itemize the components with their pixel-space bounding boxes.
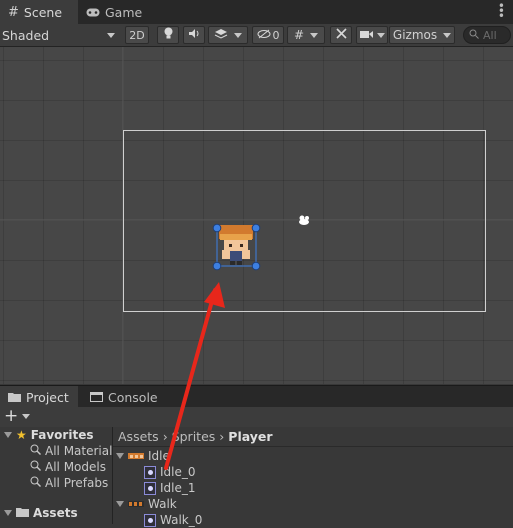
chevron-down-icon	[443, 32, 452, 38]
favorite-item[interactable]: All Materials	[30, 443, 119, 459]
asset-label: Idle	[148, 449, 170, 463]
console-icon	[90, 390, 103, 405]
spritesheet-thumbnail-icon	[128, 497, 144, 511]
search-icon	[30, 460, 41, 474]
expand-arrow-icon	[116, 501, 124, 507]
asset-label: Idle_0	[160, 465, 196, 479]
favorite-item[interactable]: All Prefabs	[30, 475, 108, 491]
eye-off-icon	[257, 29, 271, 42]
2d-toggle-label: 2D	[129, 28, 145, 42]
assets-label: Assets	[33, 506, 78, 520]
chevron-down-icon	[22, 413, 31, 419]
search-icon	[469, 29, 479, 42]
project-folder-tree: ★ Favorites All Materials All Models All…	[0, 427, 119, 524]
search-icon	[30, 476, 41, 490]
breadcrumb-separator-icon: ›	[162, 429, 168, 444]
grid-snap-dropdown[interactable]: #	[287, 26, 325, 44]
audio-toggle-button[interactable]	[183, 26, 205, 44]
breadcrumb: Assets › Sprites › Player	[113, 427, 513, 447]
lighting-toggle-button[interactable]	[157, 26, 179, 44]
expand-arrow-icon	[4, 510, 12, 516]
expand-arrow-icon	[4, 432, 12, 438]
tab-console[interactable]: Console	[82, 386, 162, 408]
camera-icon	[359, 29, 373, 42]
favorite-item-label: All Prefabs	[45, 476, 109, 490]
gizmos-dropdown[interactable]: Gizmos	[389, 26, 455, 44]
asset-item-idle[interactable]: Idle	[116, 448, 170, 464]
player-sprite	[216, 225, 257, 267]
tab-scene-label: Scene	[23, 4, 63, 20]
tools-toggle-button[interactable]	[330, 26, 352, 44]
folder-icon	[8, 390, 21, 405]
speaker-icon	[188, 28, 201, 42]
2d-toggle-button[interactable]: 2D	[125, 26, 149, 44]
sprite-icon	[144, 481, 156, 495]
chevron-down-icon	[310, 32, 319, 38]
breadcrumb-player[interactable]: Player	[228, 429, 272, 444]
asset-item-walk-0[interactable]: Walk_0	[144, 512, 202, 528]
scene-search-input[interactable]: All	[463, 26, 511, 44]
gizmos-label: Gizmos	[392, 28, 438, 42]
tab-project[interactable]: Project	[0, 386, 78, 408]
shading-mode-dropdown[interactable]: Shaded	[2, 26, 118, 44]
tools-icon	[335, 27, 348, 43]
tab-game-label: Game	[105, 4, 143, 20]
breadcrumb-assets[interactable]: Assets	[118, 429, 159, 444]
effects-dropdown[interactable]	[208, 26, 248, 44]
assets-folder-header[interactable]: Assets	[4, 505, 78, 521]
spritesheet-thumbnail-icon	[128, 449, 144, 463]
scene-viewport[interactable]	[0, 47, 513, 384]
project-content: Assets › Sprites › Player Idle Idle_0 Id…	[113, 427, 513, 527]
favorites-label: Favorites	[30, 428, 94, 442]
asset-item-walk[interactable]: Walk	[116, 496, 177, 512]
asset-label: Idle_1	[160, 481, 196, 495]
camera-gizmo-icon	[299, 215, 309, 225]
chevron-down-icon	[107, 32, 115, 38]
layers-icon	[214, 28, 228, 43]
chevron-down-icon	[376, 32, 385, 38]
gamepad-icon	[86, 5, 100, 20]
breadcrumb-sprites[interactable]: Sprites	[172, 429, 216, 444]
search-icon	[30, 444, 41, 458]
sprite-icon	[144, 465, 156, 479]
tab-scene[interactable]: # Scene	[0, 0, 78, 24]
camera-dropdown[interactable]	[356, 26, 388, 44]
plus-icon: +	[4, 406, 19, 426]
favorite-item[interactable]: All Models	[30, 459, 106, 475]
grid-snap-icon: #	[293, 28, 305, 42]
breadcrumb-separator-icon: ›	[219, 429, 225, 444]
hidden-count: 0	[272, 28, 280, 42]
create-dropdown[interactable]: +	[4, 406, 31, 426]
favorites-header[interactable]: ★ Favorites	[4, 427, 93, 443]
asset-label: Walk	[148, 497, 177, 511]
lightbulb-icon	[163, 27, 174, 43]
project-toolbar: +	[0, 407, 513, 428]
tab-project-label: Project	[26, 389, 69, 405]
shading-mode-value: Shaded	[2, 27, 50, 43]
asset-item-idle-0[interactable]: Idle_0	[144, 464, 196, 480]
favorite-item-label: All Models	[45, 460, 106, 474]
scene-toolbar: Shaded 2D 0 # Gizmos All	[0, 24, 513, 47]
grid-icon: #	[8, 4, 19, 20]
favorite-item-label: All Materials	[45, 444, 119, 458]
tab-game[interactable]: Game	[78, 0, 148, 24]
expand-arrow-icon	[116, 453, 124, 459]
sprite-icon	[144, 513, 156, 527]
star-icon: ★	[16, 428, 27, 442]
asset-item-idle-1[interactable]: Idle_1	[144, 480, 196, 496]
scene-visibility-button[interactable]: 0	[252, 26, 284, 44]
scene-tab-bar: # Scene Game • • •	[0, 0, 513, 25]
search-placeholder: All	[483, 28, 497, 42]
chevron-down-icon	[234, 32, 242, 38]
folder-icon	[16, 506, 29, 520]
bottom-tab-bar: Project Console	[0, 385, 513, 408]
more-options-icon[interactable]: • • •	[498, 0, 505, 22]
asset-label: Walk_0	[160, 513, 203, 527]
tab-console-label: Console	[108, 389, 158, 405]
